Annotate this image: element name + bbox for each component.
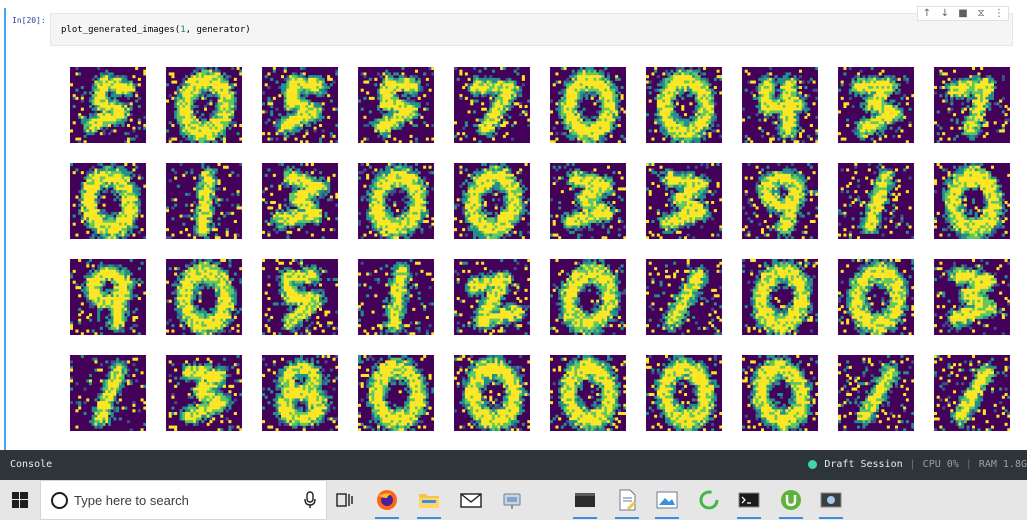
active-indicator <box>655 517 679 519</box>
generated-digit-image <box>262 259 338 335</box>
loading-ring-icon[interactable] <box>694 486 724 514</box>
generated-digit-image <box>166 259 242 335</box>
screenshot-tool-icon[interactable] <box>816 486 846 519</box>
code-cell[interactable]: plot_generated_images(1, generator) <box>50 13 1013 46</box>
separator: | <box>965 459 972 470</box>
move-down-icon[interactable]: ↓ <box>936 7 954 20</box>
collapse-icon[interactable]: ⧖ <box>972 7 990 20</box>
generated-digit-image <box>550 355 626 431</box>
generated-digit-image <box>454 259 530 335</box>
generated-digit-image <box>454 355 530 431</box>
generated-digit-image <box>934 163 1010 239</box>
generated-digit-image <box>358 355 434 431</box>
generated-digit-image <box>934 355 1010 431</box>
generated-digit-image <box>262 355 338 431</box>
generated-digit-image <box>70 259 146 335</box>
cell-prompt: In[20]: <box>12 16 46 25</box>
generated-digit-image <box>550 163 626 239</box>
generated-digit-image <box>166 355 242 431</box>
generated-digit-image <box>358 163 434 239</box>
taskbar-search[interactable]: Type here to search <box>40 480 327 520</box>
console-bar: Console Draft Session | CPU 0% | RAM 1.8… <box>0 450 1027 480</box>
active-indicator <box>573 517 597 519</box>
generated-images-output <box>58 55 1018 450</box>
generated-digit-image <box>742 355 818 431</box>
active-indicator <box>375 517 399 519</box>
generated-digit-image <box>550 67 626 143</box>
generated-digit-image <box>70 67 146 143</box>
terminal-icon[interactable] <box>570 486 600 519</box>
active-indicator <box>417 517 441 519</box>
file-explorer-icon[interactable] <box>414 486 444 519</box>
generated-digit-image <box>838 259 914 335</box>
cell-selection-bar <box>4 8 6 450</box>
active-indicator <box>819 517 843 519</box>
move-up-icon[interactable]: ↑ <box>918 7 936 20</box>
generated-digit-image <box>646 259 722 335</box>
more-options-icon[interactable]: ⋮ <box>990 7 1008 20</box>
windows-logo-icon <box>12 492 28 508</box>
separator: | <box>909 459 916 470</box>
notebook-area: In[20]: plot_generated_images(1, generat… <box>0 0 1027 450</box>
generated-digit-image <box>646 163 722 239</box>
generated-digit-image <box>742 163 818 239</box>
session-name[interactable]: Draft Session <box>824 459 902 470</box>
active-indicator <box>615 517 639 519</box>
utorrent-icon[interactable] <box>776 486 806 519</box>
generated-digit-image <box>166 163 242 239</box>
session-status: Draft Session | CPU 0% | RAM 1.8G <box>808 459 1027 470</box>
cpu-usage: CPU 0% <box>922 459 959 470</box>
generated-digit-image <box>838 163 914 239</box>
search-placeholder: Type here to search <box>74 493 189 508</box>
notepad-icon[interactable] <box>612 486 642 519</box>
network-icon[interactable] <box>498 486 528 514</box>
generated-digit-image <box>70 355 146 431</box>
mail-icon[interactable] <box>456 486 486 514</box>
windows-taskbar: Type here to search <box>0 480 1027 520</box>
command-prompt-icon[interactable] <box>734 486 764 519</box>
console-label[interactable]: Console <box>10 459 52 470</box>
generated-digit-image <box>838 67 914 143</box>
generated-digit-image <box>742 259 818 335</box>
generated-digit-image <box>262 67 338 143</box>
image-viewer-icon[interactable] <box>652 486 682 519</box>
microphone-icon[interactable] <box>304 491 316 509</box>
code-line[interactable]: plot_generated_images(1, generator) <box>61 25 251 35</box>
cortana-icon <box>51 492 68 509</box>
generated-digit-image <box>358 259 434 335</box>
active-indicator <box>779 517 803 519</box>
generated-digit-image <box>838 355 914 431</box>
cell-toolbar: ↑ ↓ ■ ⧖ ⋮ <box>917 6 1009 21</box>
delete-icon[interactable]: ■ <box>954 7 972 20</box>
code-call: plot_generated_images( <box>61 25 181 35</box>
task-view-icon[interactable] <box>330 486 360 514</box>
generated-digit-image <box>646 355 722 431</box>
generated-digit-image <box>358 67 434 143</box>
active-indicator <box>737 517 761 519</box>
generated-digit-image <box>70 163 146 239</box>
generated-digit-image <box>454 67 530 143</box>
generated-digit-image <box>166 67 242 143</box>
ram-usage: RAM 1.8G <box>978 459 1027 470</box>
generated-digit-image <box>934 259 1010 335</box>
generated-digit-image <box>934 67 1010 143</box>
generated-digit-image <box>262 163 338 239</box>
firefox-icon[interactable] <box>372 486 402 519</box>
code-rest: , generator) <box>185 25 251 35</box>
start-button[interactable] <box>0 480 40 520</box>
generated-digit-image <box>550 259 626 335</box>
generated-digit-image <box>742 67 818 143</box>
generated-digit-image <box>646 67 722 143</box>
session-status-dot <box>808 460 818 469</box>
generated-digit-image <box>454 163 530 239</box>
